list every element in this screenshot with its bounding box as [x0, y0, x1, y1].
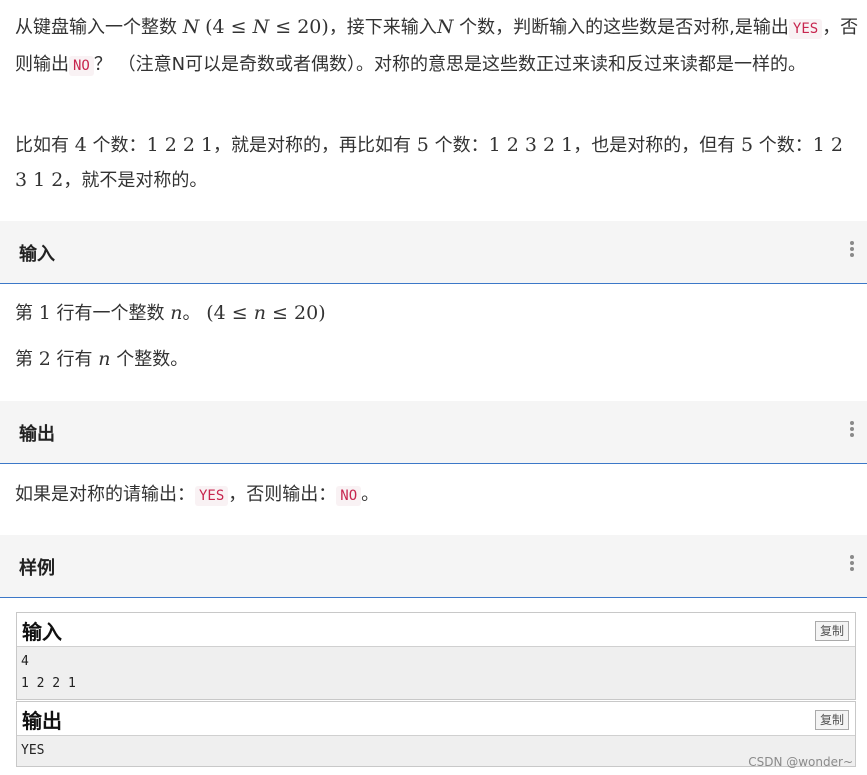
input-text: 第	[15, 303, 39, 324]
input-line-2: 第 2 行有 n 个整数。	[15, 342, 860, 377]
output-text: ，否则输出：	[228, 484, 337, 505]
description-paragraph-2: 比如有 4 个数：1 2 2 1，就是对称的，再比如有 5 个数：1 2 3 2…	[15, 128, 860, 198]
sample-input-header: 输入 复制	[17, 613, 855, 647]
copy-button[interactable]: 复制	[814, 710, 849, 730]
math-var: N	[252, 16, 270, 38]
sample-output-label: 输出	[22, 709, 62, 733]
code-no: NO	[336, 486, 362, 506]
math-number: 1	[38, 302, 51, 324]
sample-input-content[interactable]: 4 1 2 2 1	[17, 647, 855, 699]
input-line-1: 第 1 行有一个整数 n。 (4 ≤ n ≤ 20)	[15, 296, 860, 331]
desc-text: 比如有	[15, 135, 75, 156]
output-section-header[interactable]: 输出	[0, 401, 867, 464]
desc-text: ，就是对称的，再比如有	[213, 135, 417, 156]
math-var: N	[182, 16, 200, 38]
input-text: 个整数。	[110, 349, 189, 370]
more-options-icon[interactable]	[849, 555, 855, 571]
sample-input-label: 输入	[22, 620, 62, 644]
output-line-1: 如果是对称的请输出： YES ，否则输出： NO。	[15, 477, 860, 514]
math-var: n	[253, 302, 267, 324]
math-expr: (4 ≤	[205, 16, 253, 38]
math-sequence: 1 2 2 1	[146, 134, 214, 156]
section-title: 输入	[19, 244, 55, 265]
copy-button[interactable]: 复制	[814, 621, 849, 641]
sample-output-header: 输出 复制	[17, 702, 855, 736]
math-number: 4	[74, 134, 87, 156]
input-text: 行有一个整数	[50, 303, 171, 324]
code-yes: YES	[788, 19, 823, 39]
desc-text: 个数，判断输入的这些数是否对称,是输出	[453, 17, 789, 38]
code-no: NO	[69, 56, 94, 76]
input-text: 第	[15, 349, 39, 370]
math-number: 2	[38, 348, 51, 370]
code-yes: YES	[195, 486, 229, 506]
math-sequence: 1 2 3 2 1	[488, 134, 574, 156]
sample-section-header[interactable]: 样例	[0, 535, 867, 598]
input-text: 行有	[50, 349, 99, 370]
desc-text: 个数：	[428, 135, 489, 156]
desc-text: ，接下来输入	[328, 17, 437, 38]
section-title: 样例	[19, 558, 55, 579]
math-expr: ≤ 20)	[266, 302, 326, 324]
math-number: 5	[740, 134, 754, 156]
math-var: n	[170, 302, 183, 324]
watermark: CSDN @wonder~	[748, 755, 853, 769]
sample-output-content[interactable]: YES	[17, 736, 855, 766]
desc-text: ？ （注意N可以是奇数或者偶数）。对称的意思是这些数正过来读和反过来读都是一样的…	[93, 54, 807, 75]
sample-input-box: 输入 复制 4 1 2 2 1	[16, 612, 856, 700]
math-expr: ≤ 20)	[269, 16, 329, 38]
math-var: N	[436, 16, 454, 38]
more-options-icon[interactable]	[849, 421, 855, 437]
desc-text: 个数：	[86, 135, 147, 156]
description-paragraph-1: 从键盘输入一个整数 N (4 ≤ N ≤ 20)，接下来输入N 个数，判断输入的…	[15, 10, 860, 84]
input-text: 。	[182, 303, 201, 324]
input-section-header[interactable]: 输入	[0, 221, 867, 284]
desc-text: 从键盘输入一个整数	[15, 17, 183, 38]
desc-text: 个数：	[753, 135, 813, 156]
more-options-icon[interactable]	[849, 241, 855, 257]
math-var: n	[98, 348, 111, 370]
output-text: 如果是对称的请输出：	[15, 484, 195, 505]
desc-text: ，就不是对称的。	[63, 170, 208, 191]
desc-text: ，也是对称的，但有	[573, 135, 741, 156]
math-number: 5	[416, 134, 429, 156]
sample-output-box: 输出 复制 YES	[16, 701, 856, 767]
section-title: 输出	[19, 424, 55, 445]
output-text: 。	[361, 484, 380, 505]
math-expr: (4 ≤	[206, 302, 254, 324]
